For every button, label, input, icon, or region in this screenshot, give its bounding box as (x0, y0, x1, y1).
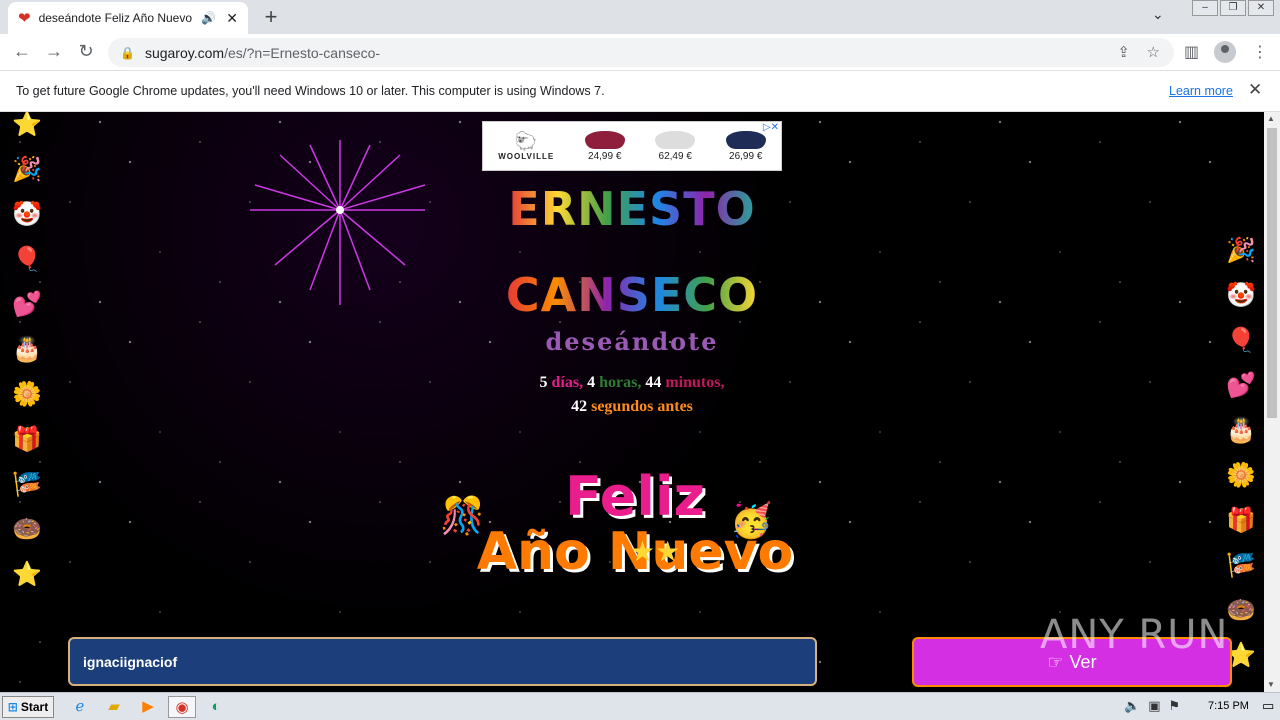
edge-icon[interactable]: ◐ (204, 696, 228, 718)
clock[interactable]: 7:15 PM (1208, 700, 1249, 712)
network-icon[interactable]: ▣ (1148, 698, 1160, 714)
browser-toolbar: ← → ↻ 🔒 sugaroy.com/es/?n=Ernesto-cansec… (0, 34, 1280, 71)
audio-playing-icon[interactable]: 🔊 (201, 11, 216, 25)
heart-favicon-icon: ❤ (18, 10, 31, 27)
url-path: /es/?n=Ernesto-canseco- (224, 44, 381, 61)
show-desktop-icon[interactable]: ▭ (1262, 698, 1274, 714)
ad-product-2[interactable]: 62,49 € (655, 130, 696, 162)
infobar-close-icon[interactable]: ✕ (1248, 80, 1262, 100)
system-tray: 🔈 ▣ ⚑ (1124, 698, 1180, 714)
party-horn-icon: 🎊 (440, 496, 485, 537)
scrollbar-thumb[interactable] (1267, 128, 1277, 418)
stars-icon: ★★ (630, 535, 681, 568)
party-hat-icon: 🥳 (730, 501, 773, 541)
star-icon: ⭐ (12, 561, 42, 588)
tab-close-icon[interactable]: ✕ (226, 10, 238, 27)
bookmark-star-icon[interactable]: ☆ (1147, 43, 1160, 61)
countdown-seconds: 42 (571, 398, 588, 415)
anyrun-watermark: ANY RUN (1040, 612, 1229, 658)
donut-icon: 🍩 (1226, 597, 1256, 624)
ad-product-1[interactable]: 24,99 € (584, 130, 625, 162)
close-window-button[interactable]: ✕ (1248, 0, 1274, 16)
ad-banner[interactable]: 🐑 WOOLVILLE 24,99 € 62,49 € 26,99 € ▷✕ (482, 121, 782, 171)
share-icon[interactable]: ⇪ (1117, 43, 1130, 61)
page-scrollbar[interactable]: ▲ ▼ (1264, 112, 1280, 692)
start-button[interactable]: ⊞ Start (2, 696, 54, 718)
party-popper-icon: 🎉 (1226, 237, 1256, 264)
tab-title: deseándote Feliz Año Nuevo 20 (38, 11, 196, 25)
lock-icon[interactable]: 🔒 (120, 46, 135, 60)
ad-choices-close-icon[interactable]: ▷✕ (763, 122, 779, 133)
slipper-icon (584, 130, 625, 149)
cake-icon: 🎂 (1226, 417, 1256, 444)
update-infobar: To get future Google Chrome updates, you… (0, 71, 1280, 112)
scroll-up-icon[interactable]: ▲ (1267, 114, 1275, 123)
window-controls: – ❐ ✕ (1192, 0, 1274, 16)
feliz-ano-nuevo-graphic: Feliz ★★ 🎊 🥳 Año Nuevo (440, 465, 830, 635)
sheep-logo-icon: 🐑 (514, 131, 538, 151)
scroll-down-icon[interactable]: ▼ (1267, 680, 1275, 689)
new-tab-button[interactable]: + (258, 4, 284, 30)
flower-pot-icon: 🌼 (1226, 462, 1256, 489)
slipper-icon (725, 130, 766, 149)
recipient-last-name: CANSECO (505, 268, 759, 322)
ad-brand: 🐑 WOOLVILLE (498, 131, 555, 161)
maximize-button[interactable]: ❐ (1220, 0, 1246, 16)
subtitle-deseandote: deseándote (545, 327, 719, 356)
tab-strip: ❤ deseándote Feliz Año Nuevo 20 🔊 ✕ + ⌄ … (0, 0, 1280, 34)
url-host: sugaroy.com (144, 44, 225, 61)
countdown-minutes: 44 (645, 374, 662, 391)
recipient-first-name: ERNESTO (508, 182, 756, 236)
countdown-days: 5 (539, 374, 548, 391)
media-player-icon[interactable]: ▶ (136, 696, 160, 718)
folder-icon[interactable]: ▰ (102, 696, 126, 718)
bunting-icon: 🎏 (1226, 552, 1256, 579)
windows-logo-icon: ⊞ (7, 700, 18, 714)
menu-kebab-icon[interactable]: ⋮ (1252, 42, 1268, 62)
learn-more-link[interactable]: Learn more (1169, 84, 1233, 98)
volume-icon[interactable]: 🔈 (1124, 698, 1140, 714)
infobar-message: To get future Google Chrome updates, you… (16, 84, 605, 98)
slipper-icon (655, 130, 696, 149)
countdown-days-label: días, (551, 374, 584, 391)
countdown-line-1: 5 días, 4 horas, 44 minutos, (0, 374, 1264, 392)
countdown-minutes-label: minutos, (665, 374, 725, 391)
action-center-flag-icon[interactable]: ⚑ (1168, 698, 1180, 714)
star-icon: ⭐ (12, 112, 42, 138)
name-input[interactable] (68, 637, 817, 686)
address-bar[interactable]: 🔒 sugaroy.com/es/?n=Ernesto-canseco- ⇪ ☆ (108, 38, 1174, 67)
profile-avatar-icon[interactable] (1214, 41, 1236, 63)
back-arrow-icon[interactable]: ← (10, 41, 34, 62)
ie-icon[interactable]: ℯ (68, 696, 92, 718)
chrome-icon[interactable]: ◉ (168, 696, 196, 718)
gift-icon: 🎁 (12, 426, 42, 453)
reload-icon[interactable]: ↻ (74, 41, 98, 62)
tab-search-chevron-icon[interactable]: ⌄ (1152, 6, 1164, 23)
side-panel-icon[interactable]: ▥ (1184, 42, 1199, 62)
countdown-hours-label: horas, (599, 374, 642, 391)
countdown-seconds-label: segundos antes (591, 398, 693, 415)
windows-taskbar: ⊞ Start ℯ ▰ ▶ ◉ ◐ 🔈 ▣ ⚑ 7:15 PM ▭ (0, 692, 1280, 720)
forward-arrow-icon[interactable]: → (42, 41, 66, 62)
ad-product-3[interactable]: 26,99 € (725, 130, 766, 162)
countdown-hours: 4 (587, 374, 596, 391)
party-popper-icon: 🎉 (12, 156, 42, 183)
browser-tab[interactable]: ❤ deseándote Feliz Año Nuevo 20 🔊 ✕ (8, 2, 248, 34)
countdown-line-2: 42 segundos antes (0, 398, 1264, 416)
gift-icon: 🎁 (1226, 507, 1256, 534)
donut-icon: 🍩 (12, 516, 42, 543)
minimize-button[interactable]: – (1192, 0, 1218, 16)
bunting-icon: 🎏 (12, 471, 42, 498)
